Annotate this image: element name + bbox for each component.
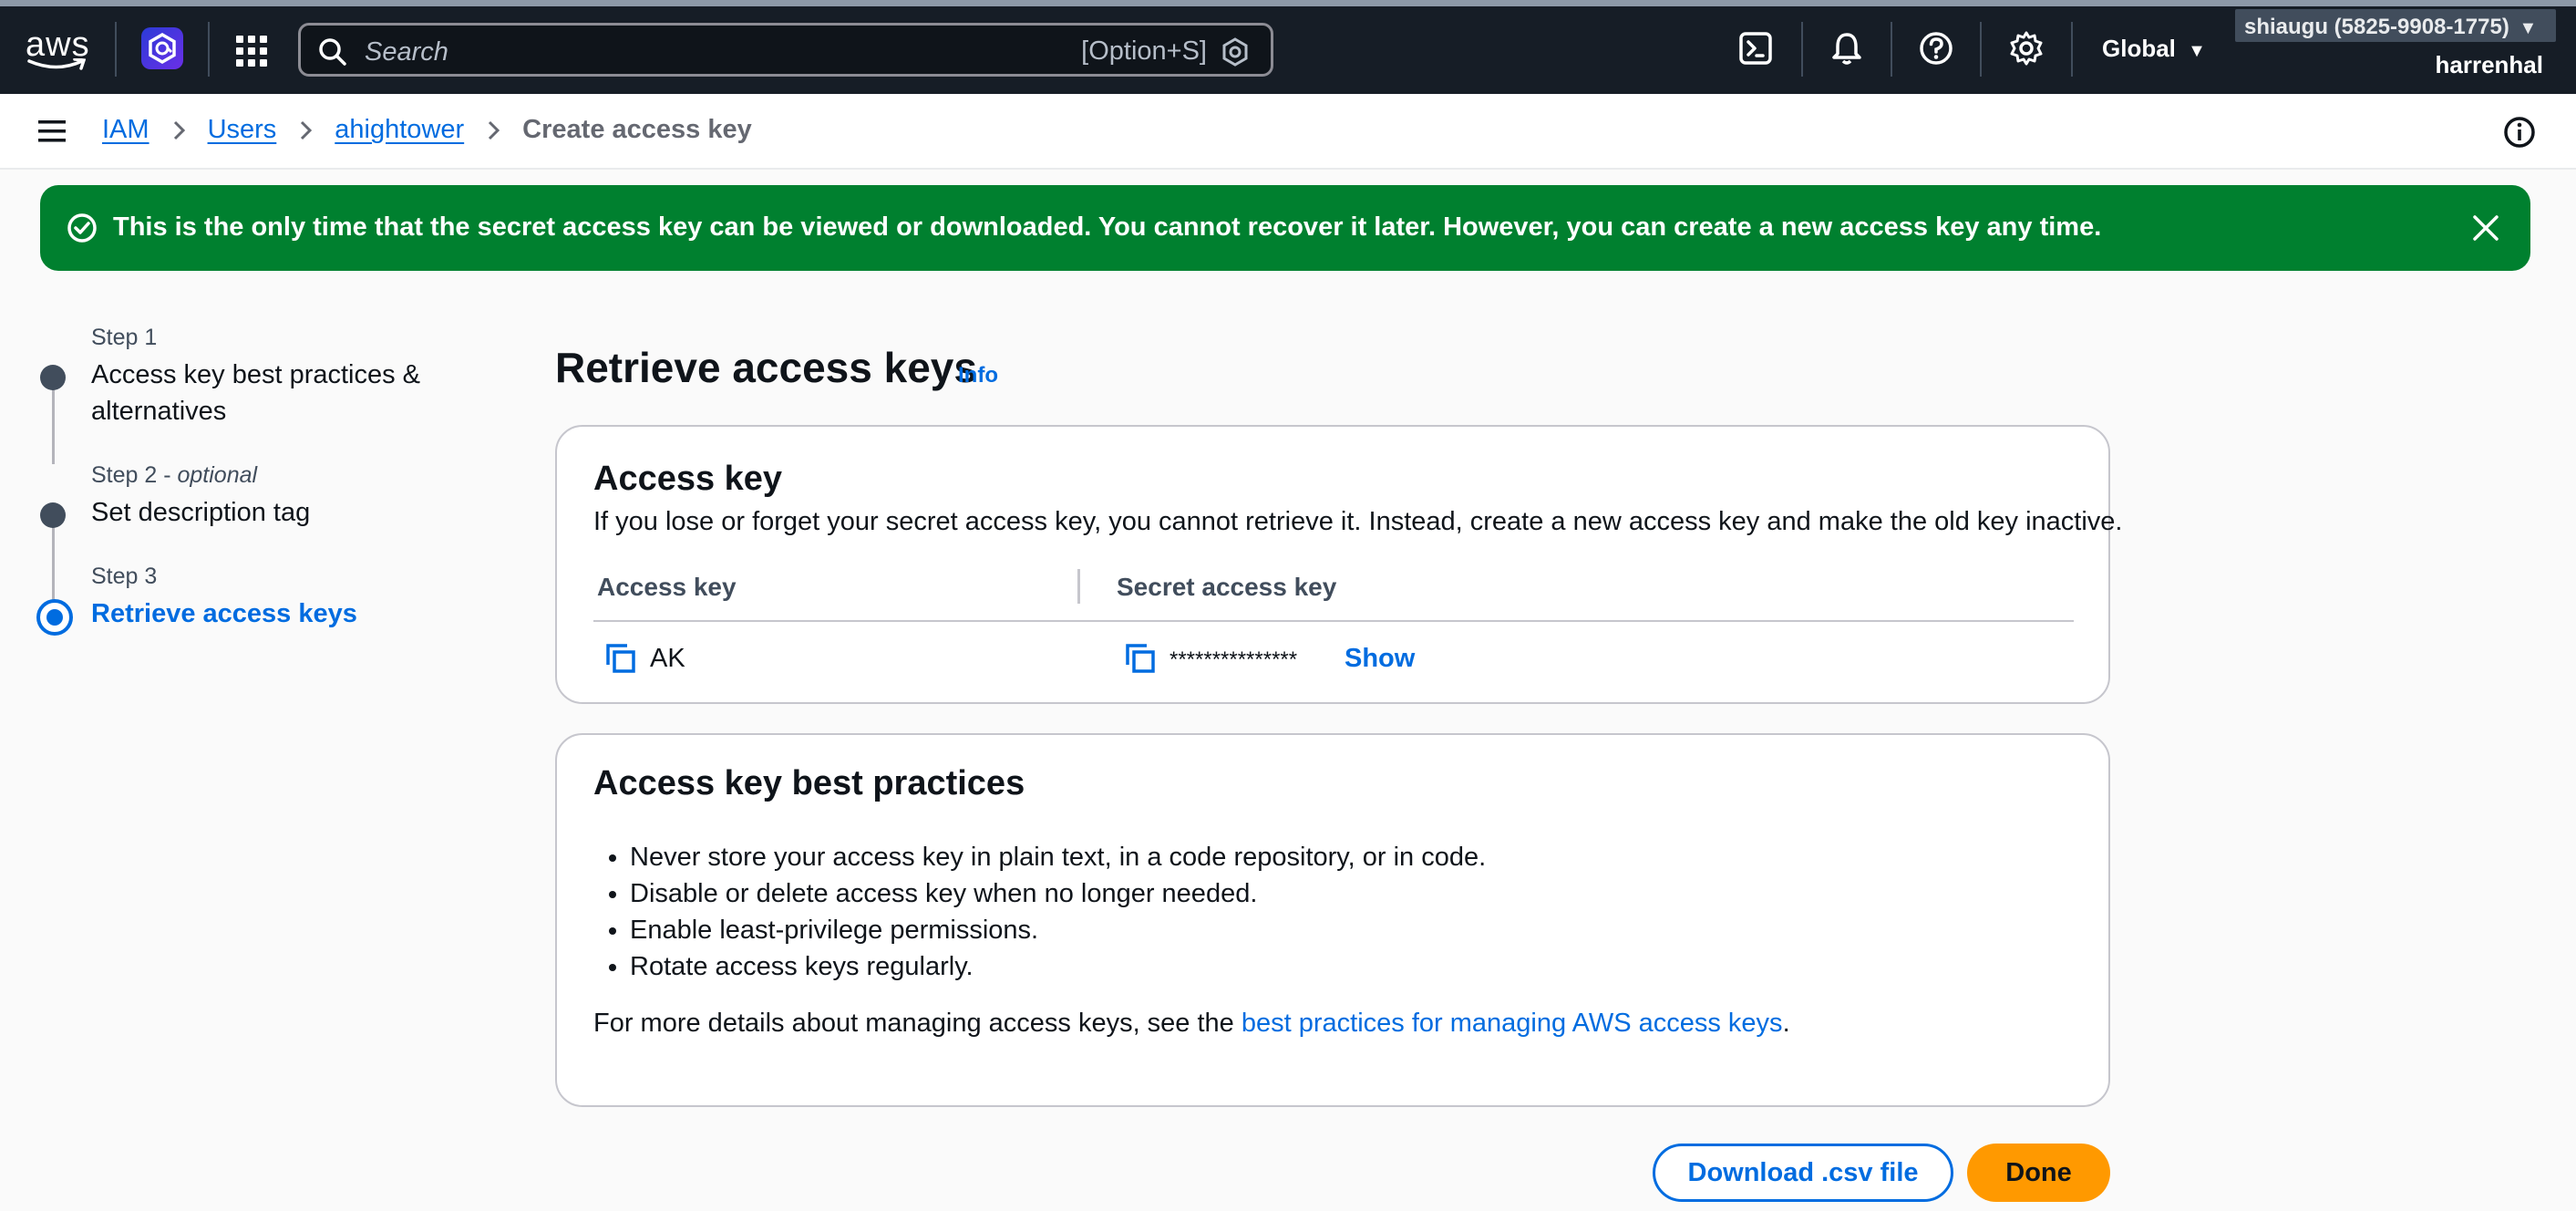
step-3-label: Step 3 — [91, 564, 158, 589]
step-1[interactable]: Step 1 Access key best practices & alter… — [91, 325, 420, 430]
list-item: Enable least-privilege permissions. — [630, 912, 1486, 948]
aws-smile-icon — [27, 58, 86, 70]
info-icon[interactable] — [2501, 114, 2538, 150]
nav-divider — [115, 22, 117, 77]
access-key-card-title: Access key — [593, 460, 783, 498]
more-details-suffix: . — [1782, 1009, 1790, 1038]
caret-down-icon: ▼ — [2519, 18, 2538, 38]
breadcrumb-users[interactable]: Users — [208, 115, 277, 145]
step-2-label-text: Step 2 - — [91, 462, 178, 488]
gear-icon[interactable] — [2008, 30, 2045, 67]
step-1-indicator — [40, 365, 66, 390]
column-header-secret-key: Secret access key — [1117, 573, 1337, 601]
region-label: Global — [2102, 35, 2176, 62]
step-2-title: Set description tag — [91, 498, 311, 527]
search-icon — [319, 38, 346, 66]
info-link[interactable]: Info — [958, 363, 998, 388]
nav-divider — [1801, 22, 1803, 77]
copy-icon[interactable] — [1124, 642, 1157, 675]
assistant-icon[interactable] — [1220, 36, 1251, 67]
services-grid-icon[interactable] — [233, 33, 270, 69]
success-flash: This is the only time that the secret ac… — [40, 185, 2530, 271]
flash-message: This is the only time that the secret ac… — [113, 212, 2102, 242]
app-logo-icon[interactable] — [141, 27, 183, 69]
step-1-label: Step 1 — [91, 325, 158, 350]
best-practices-title: Access key best practices — [593, 764, 1025, 802]
access-key-card: Access key If you lose or forget your se… — [555, 425, 2122, 704]
column-divider[interactable] — [1077, 569, 1080, 604]
breadcrumb-bar: IAM Users ahightower Create access key — [0, 94, 2576, 170]
user-name[interactable]: harrenhal — [2436, 51, 2544, 79]
best-practices-link[interactable]: best practices for managing AWS access k… — [1242, 1009, 1783, 1038]
copy-icon[interactable] — [604, 642, 637, 675]
breadcrumb-iam[interactable]: IAM — [102, 115, 149, 145]
account-label: shiaugu (5825-9908-1775) — [2244, 15, 2509, 39]
step-3-title: Retrieve access keys — [91, 599, 357, 628]
list-item: Rotate access keys regularly. — [630, 948, 1486, 985]
chevron-right-icon — [173, 120, 185, 140]
access-key-value: AK — [650, 644, 685, 673]
list-item: Disable or delete access key when no lon… — [630, 875, 1486, 912]
breadcrumb-user[interactable]: ahightower — [335, 115, 464, 145]
search-placeholder: Search — [365, 37, 448, 67]
search-shortcut: [Option+S] — [1081, 36, 1207, 66]
more-details-prefix: For more details about managing access k… — [593, 1009, 1242, 1038]
table-header-divider — [593, 620, 2074, 622]
more-details-text: For more details about managing access k… — [593, 1009, 1790, 1039]
access-key-description: If you lose or forget your secret access… — [593, 507, 2123, 536]
nav-divider — [1980, 22, 1982, 77]
secret-key-value: *************** — [1170, 647, 1298, 672]
account-menu[interactable]: shiaugu (5825-9908-1775) ▼ — [2235, 9, 2556, 42]
show-secret-button[interactable]: Show — [1345, 644, 1415, 674]
chevron-right-icon — [301, 120, 313, 140]
success-check-icon — [67, 213, 97, 243]
breadcrumb: IAM Users ahightower Create access key — [102, 115, 752, 145]
region-selector[interactable]: Global ▼ — [2102, 35, 2206, 63]
close-icon[interactable] — [2468, 211, 2503, 245]
aws-logo[interactable]: aws — [26, 27, 89, 73]
step-2-label: Step 2 - optional — [91, 462, 310, 489]
menu-icon[interactable] — [38, 119, 66, 143]
best-practices-card: Access key best practices Never store yo… — [555, 733, 2110, 1107]
step-2-optional: optional — [177, 462, 258, 488]
nav-divider — [1891, 22, 1892, 77]
step-1-title-cont: alternatives — [91, 397, 227, 426]
caret-down-icon: ▼ — [2188, 41, 2206, 61]
bell-icon[interactable] — [1829, 30, 1865, 67]
nav-divider — [2071, 22, 2073, 77]
aws-logo-text: aws — [26, 26, 90, 64]
top-navigation: aws Search [Option+S] Global ▼ shiaugu (… — [0, 0, 2576, 94]
step-1-title: Access key best practices & — [91, 360, 421, 389]
done-button[interactable]: Done — [1967, 1144, 2110, 1202]
search-input[interactable]: Search [Option+S] — [298, 23, 1273, 77]
step-3-indicator — [36, 599, 73, 636]
step-connector — [52, 378, 55, 464]
breadcrumb-current: Create access key — [522, 115, 752, 144]
download-csv-button[interactable]: Download .csv file — [1653, 1144, 1953, 1202]
nav-divider — [208, 22, 210, 77]
step-3[interactable]: Step 3 Retrieve access keys — [91, 564, 357, 632]
chevron-right-icon — [489, 120, 500, 140]
step-connector — [52, 514, 55, 606]
page-title: Retrieve access keys — [555, 344, 977, 391]
step-2[interactable]: Step 2 - optional Set description tag — [91, 462, 310, 531]
cloudshell-icon[interactable] — [1737, 30, 1774, 67]
column-header-access-key: Access key — [597, 573, 737, 601]
best-practices-list: Never store your access key in plain tex… — [630, 839, 1486, 985]
top-stripe — [0, 0, 2576, 6]
help-icon[interactable] — [1918, 30, 1954, 67]
step-2-indicator — [40, 502, 66, 528]
list-item: Never store your access key in plain tex… — [630, 839, 1486, 875]
